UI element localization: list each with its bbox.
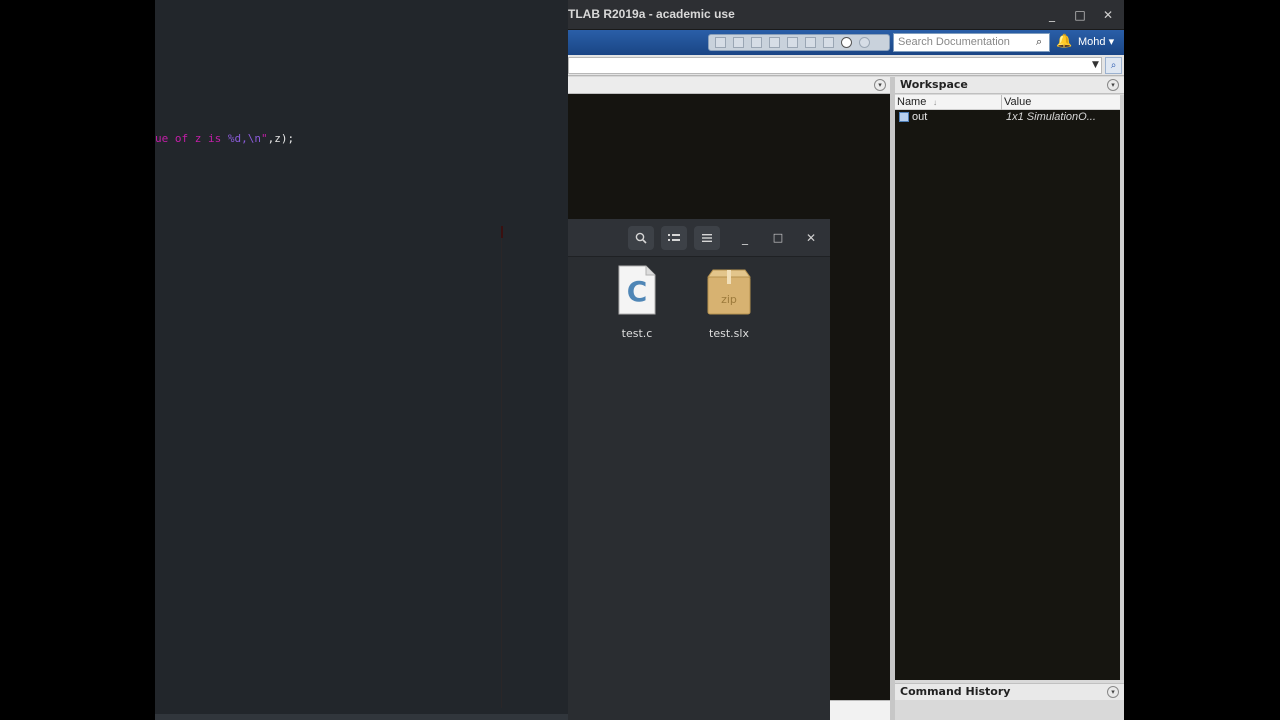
code-line[interactable]: ue of z is %d,\n",z);	[155, 132, 294, 145]
format-specifier: %d,\n	[227, 132, 261, 145]
file-name: test.slx	[709, 327, 749, 340]
current-folder-bar: ▼ ⌕	[568, 55, 1124, 76]
file-item[interactable]: C test.c	[597, 265, 677, 340]
variable-value: 1x1 SimulationO...	[1006, 111, 1096, 123]
workspace-panel: Workspace ▾ Name ↓ Value out 1x1 Simulat…	[895, 77, 1124, 701]
command-history-title: Command History	[900, 685, 1011, 698]
current-folder-field[interactable]: ▼	[568, 57, 1102, 74]
menu-button[interactable]	[694, 226, 720, 250]
copy-icon[interactable]	[751, 37, 762, 48]
paste-icon[interactable]	[769, 37, 780, 48]
file-manager-content[interactable]: C test.c zip test.slx	[568, 257, 830, 720]
search-icon[interactable]: ⌕	[1036, 36, 1048, 48]
string-literal: ue of z is	[155, 132, 228, 145]
svg-text:C: C	[627, 275, 648, 308]
string-closing-quote: "	[260, 132, 268, 145]
workspace-column-headers: Name ↓ Value	[895, 95, 1120, 110]
customize-chevron-icon[interactable]	[859, 37, 870, 48]
chevron-down-icon[interactable]: ▼	[1092, 60, 1099, 70]
file-manager-window: _ □ ✕ C test.c zip test.slx	[568, 219, 830, 720]
code-args: ,z);	[267, 132, 295, 145]
save-icon[interactable]	[715, 37, 726, 48]
cut-icon[interactable]	[733, 37, 744, 48]
zip-archive-icon: zip	[707, 269, 751, 315]
table-row[interactable]: out 1x1 SimulationO...	[895, 110, 1120, 125]
variable-object-icon	[899, 112, 909, 122]
window-titlebar[interactable]: TLAB R2019a - academic use _ □ ✕	[568, 0, 1124, 30]
documentation-search[interactable]: Search Documentation ⌕	[893, 33, 1050, 52]
file-name: test.c	[621, 327, 653, 340]
view-mode-button[interactable]	[661, 226, 687, 250]
undo-icon[interactable]	[787, 37, 798, 48]
svg-text:zip: zip	[721, 293, 737, 306]
status-bar	[830, 700, 890, 720]
cursor-marker	[501, 226, 503, 238]
file-manager-headerbar[interactable]: _ □ ✕	[568, 219, 830, 257]
column-header-name[interactable]: Name	[897, 96, 926, 108]
file-item[interactable]: zip test.slx	[689, 265, 769, 340]
workspace-variable-list[interactable]: out 1x1 SimulationO...	[895, 110, 1120, 680]
panel-menu-icon[interactable]: ▾	[874, 79, 886, 91]
variable-name: out	[912, 111, 928, 123]
command-window-header: ▾	[568, 77, 890, 94]
user-menu[interactable]: Mohd ▾	[1078, 35, 1114, 48]
panel-menu-icon[interactable]: ▾	[1107, 686, 1119, 698]
code-editor[interactable]: ue of z is %d,\n",z);	[155, 0, 568, 720]
minimize-button[interactable]: _	[1043, 6, 1061, 24]
command-history-body	[895, 700, 1124, 720]
workspace-title: Workspace	[900, 78, 968, 91]
switch-windows-icon[interactable]	[823, 37, 834, 48]
quick-access-toolbar	[708, 34, 890, 51]
maximize-button[interactable]: □	[765, 226, 791, 250]
maximize-button[interactable]: □	[1071, 6, 1089, 24]
search-icon	[635, 232, 647, 244]
search-placeholder: Search Documentation	[898, 36, 1010, 48]
redo-icon[interactable]	[805, 37, 816, 48]
command-history-header[interactable]: Command History ▾	[895, 683, 1124, 700]
close-button[interactable]: ✕	[798, 226, 824, 250]
editor-scrollbar[interactable]	[155, 714, 568, 720]
notification-bell-icon[interactable]: 🔔	[1056, 34, 1072, 50]
margin-rule	[501, 238, 502, 708]
folder-search-icon[interactable]: ⌕	[1105, 57, 1122, 74]
c-source-file-icon: C	[618, 265, 656, 315]
workspace-scrollbar[interactable]	[1120, 95, 1124, 680]
close-button[interactable]: ✕	[1099, 6, 1117, 24]
sort-indicator-icon: ↓	[933, 98, 937, 107]
column-divider[interactable]	[1001, 95, 1002, 110]
column-header-value[interactable]: Value	[1004, 96, 1031, 108]
list-view-icon	[668, 234, 680, 241]
help-icon[interactable]	[841, 37, 852, 48]
hamburger-menu-icon	[702, 234, 712, 242]
panel-menu-icon[interactable]: ▾	[1107, 79, 1119, 91]
workspace-header: Workspace ▾	[895, 77, 1124, 94]
minimize-button[interactable]: _	[732, 226, 758, 250]
window-title: TLAB R2019a - academic use	[568, 7, 735, 21]
search-button[interactable]	[628, 226, 654, 250]
